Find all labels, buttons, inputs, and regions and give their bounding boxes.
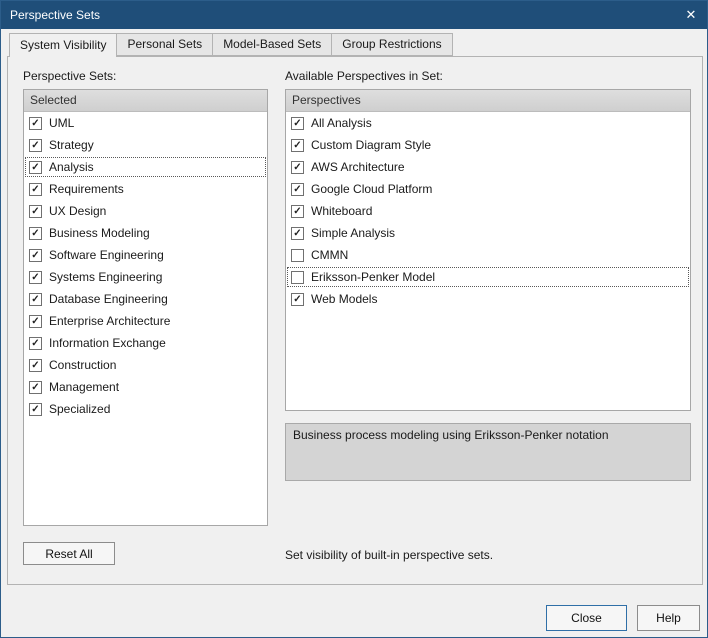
tab[interactable]: System Visibility [9, 33, 118, 57]
perspective-row[interactable]: CMMN [286, 244, 690, 266]
perspective-set-row[interactable]: ✓ Information Exchange [24, 332, 267, 354]
checkbox[interactable]: ✓ [29, 336, 42, 350]
right-list-header: Perspectives [286, 90, 690, 112]
left-panel-label: Perspective Sets: [23, 69, 117, 83]
perspective-set-row[interactable]: ✓ Database Engineering [24, 288, 267, 310]
row-label: Specialized [49, 402, 111, 416]
checkbox[interactable]: ✓ [29, 380, 42, 394]
row-label: All Analysis [311, 116, 372, 130]
perspective-description: Business process modeling using Eriksson… [285, 423, 691, 481]
titlebar[interactable]: Perspective Sets ✕ [1, 1, 707, 29]
perspective-row[interactable]: Eriksson-Penker Model [286, 266, 690, 288]
row-label: UX Design [49, 204, 107, 218]
perspective-set-row[interactable]: ✓ Construction [24, 354, 267, 376]
tab[interactable]: Group Restrictions [332, 33, 453, 56]
row-label: Eriksson-Penker Model [311, 270, 436, 284]
checkbox[interactable]: ✓ [291, 204, 304, 218]
checkbox[interactable] [291, 270, 304, 284]
checkbox[interactable]: ✓ [29, 182, 42, 196]
close-button[interactable]: Close [546, 605, 627, 631]
checkbox[interactable]: ✓ [29, 358, 42, 372]
checkbox[interactable]: ✓ [291, 292, 304, 306]
row-label: Construction [49, 358, 117, 372]
row-label: Analysis [49, 160, 94, 174]
checkbox[interactable]: ✓ [29, 402, 42, 416]
checkbox[interactable]: ✓ [291, 160, 304, 174]
checkbox[interactable]: ✓ [29, 314, 42, 328]
tab-label: Group Restrictions [342, 37, 442, 51]
checkbox[interactable]: ✓ [291, 182, 304, 196]
row-label: Software Engineering [49, 248, 164, 262]
perspective-sets-list: Selected ✓ UML ✓ Strategy ✓ Analysis ✓ R… [23, 89, 268, 526]
perspective-row[interactable]: ✓ Simple Analysis [286, 222, 690, 244]
help-button[interactable]: Help [637, 605, 700, 631]
right-panel-label: Available Perspectives in Set: [285, 69, 443, 83]
row-label: Google Cloud Platform [311, 182, 433, 196]
checkbox[interactable]: ✓ [29, 270, 42, 284]
perspective-set-row[interactable]: ✓ Strategy [24, 134, 267, 156]
perspective-set-row[interactable]: ✓ Management [24, 376, 267, 398]
row-label: UML [49, 116, 75, 130]
tab[interactable]: Model-Based Sets [213, 33, 333, 56]
row-label: Database Engineering [49, 292, 168, 306]
perspective-set-row[interactable]: ✓ Specialized [24, 398, 267, 420]
perspective-set-row[interactable]: ✓ Systems Engineering [24, 266, 267, 288]
footer-hint: Set visibility of built-in perspective s… [285, 548, 494, 562]
perspective-row[interactable]: ✓ AWS Architecture [286, 156, 690, 178]
right-list-body: ✓ All Analysis ✓ Custom Diagram Style ✓ … [286, 112, 690, 310]
row-label: Requirements [49, 182, 124, 196]
perspective-set-row[interactable]: ✓ Business Modeling [24, 222, 267, 244]
perspective-set-row[interactable]: ✓ Analysis [24, 156, 267, 178]
perspective-row[interactable]: ✓ Web Models [286, 288, 690, 310]
row-label: Business Modeling [49, 226, 150, 240]
left-list-body: ✓ UML ✓ Strategy ✓ Analysis ✓ Requiremen… [24, 112, 267, 420]
row-label: Systems Engineering [49, 270, 163, 284]
checkbox[interactable]: ✓ [29, 138, 42, 152]
row-label: Strategy [49, 138, 94, 152]
perspective-row[interactable]: ✓ Google Cloud Platform [286, 178, 690, 200]
tab-bar: System Visibility Personal Sets Model-Ba… [9, 33, 453, 57]
row-label: Web Models [311, 292, 378, 306]
perspective-row[interactable]: ✓ All Analysis [286, 112, 690, 134]
tab[interactable]: Personal Sets [117, 33, 214, 56]
window-title: Perspective Sets [10, 8, 101, 22]
checkbox[interactable]: ✓ [29, 116, 42, 130]
checkbox[interactable] [291, 248, 304, 262]
tab-label: Personal Sets [127, 37, 203, 51]
left-list-header: Selected [24, 90, 267, 112]
checkbox[interactable]: ✓ [291, 226, 304, 240]
tab-label: Model-Based Sets [223, 37, 322, 51]
available-perspectives-list: Perspectives ✓ All Analysis ✓ Custom Dia… [285, 89, 691, 411]
close-icon[interactable]: ✕ [675, 1, 707, 29]
perspective-set-row[interactable]: ✓ Enterprise Architecture [24, 310, 267, 332]
checkbox[interactable]: ✓ [29, 226, 42, 240]
row-label: Whiteboard [311, 204, 373, 218]
perspective-set-row[interactable]: ✓ UX Design [24, 200, 267, 222]
checkbox[interactable]: ✓ [29, 248, 42, 262]
perspective-row[interactable]: ✓ Whiteboard [286, 200, 690, 222]
perspective-set-row[interactable]: ✓ UML [24, 112, 267, 134]
checkbox[interactable]: ✓ [29, 204, 42, 218]
row-label: Custom Diagram Style [311, 138, 432, 152]
perspective-set-row[interactable]: ✓ Requirements [24, 178, 267, 200]
checkbox[interactable]: ✓ [29, 292, 42, 306]
checkbox[interactable]: ✓ [29, 160, 42, 174]
reset-all-button[interactable]: Reset All [23, 542, 115, 565]
row-label: Information Exchange [49, 336, 166, 350]
row-label: Enterprise Architecture [49, 314, 171, 328]
perspective-row[interactable]: ✓ Custom Diagram Style [286, 134, 690, 156]
row-label: Management [49, 380, 120, 394]
row-label: AWS Architecture [311, 160, 405, 174]
checkbox[interactable]: ✓ [291, 138, 304, 152]
checkbox[interactable]: ✓ [291, 116, 304, 130]
row-label: Simple Analysis [311, 226, 396, 240]
tab-label: System Visibility [20, 38, 107, 52]
perspective-set-row[interactable]: ✓ Software Engineering [24, 244, 267, 266]
row-label: CMMN [311, 248, 349, 262]
